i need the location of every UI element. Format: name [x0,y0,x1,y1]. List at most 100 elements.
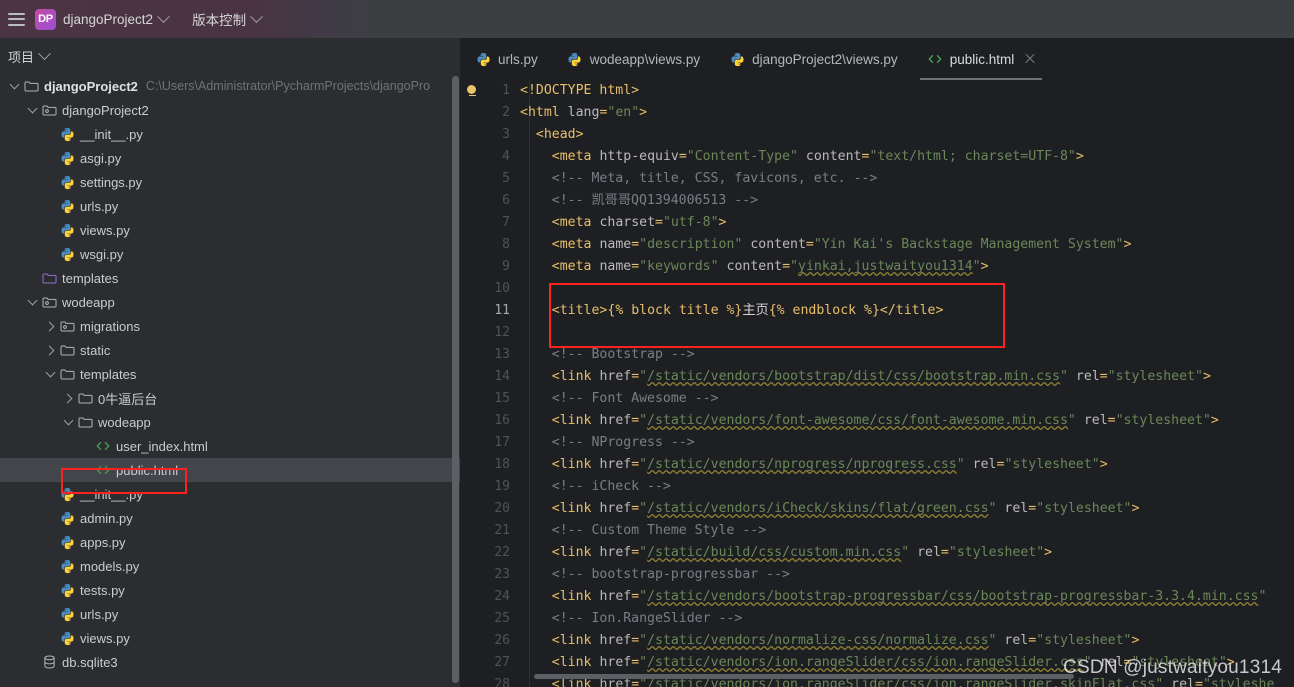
code-line[interactable]: <head> [520,124,1294,146]
tree-row[interactable]: __init__.py [0,482,460,506]
code-lines[interactable]: <!DOCTYPE html> <html lang="en"> <head> <… [520,80,1294,687]
code-line[interactable]: <link href="/static/vendors/nprogress/np… [520,454,1294,476]
code-line[interactable]: <!-- NProgress --> [520,432,1294,454]
chevron-open-icon[interactable] [44,367,58,381]
code-token: "stylesheet" [1107,369,1203,384]
main-menu-icon[interactable] [8,12,25,26]
tree-item-label: views.py [80,222,130,238]
code-line[interactable]: <!-- Font Awesome --> [520,388,1294,410]
code-token: rel [972,457,997,472]
code-token: href [599,545,632,560]
chevron-open-icon[interactable] [8,79,22,93]
code-line[interactable]: <link href="/static/vendors/font-awesome… [520,410,1294,432]
tree-row[interactable]: views.py [0,218,460,242]
project-panel-header[interactable]: 项目 [0,38,460,74]
tree-row[interactable]: 0牛逼后台 [0,386,460,410]
tree-item-label: wodeapp [62,294,115,310]
project-path-label: C:\Users\Administrator\PycharmProjects\d… [145,79,431,93]
close-icon[interactable] [1024,53,1036,65]
editor-tab[interactable]: wodeapp\views.py [552,38,714,80]
chevron-open-icon[interactable] [26,295,40,309]
code-token: " [639,501,648,516]
code-line[interactable]: <meta name="description" content="Yin Ka… [520,234,1294,256]
editor-tab[interactable]: urls.py [460,38,552,80]
tree-row[interactable]: user_index.html [0,434,460,458]
tree-row[interactable]: static [0,338,460,362]
intention-bulb-icon[interactable] [467,85,478,97]
module-folder-icon [40,296,58,309]
code-line[interactable]: <html lang="en"> [520,102,1294,124]
chevron-open-icon[interactable] [62,415,76,429]
tree-row[interactable]: public.html [0,458,460,482]
code-line[interactable]: <link href="/static/vendors/bootstrap/di… [520,366,1294,388]
tree-row[interactable]: views.py [0,626,460,650]
chevron-closed-icon[interactable] [44,343,58,357]
tree-row[interactable]: wodeapp [0,290,460,314]
code-token: <!DOCTYPE html> [520,83,640,98]
editor-tab[interactable]: djangoProject2\views.py [714,38,912,80]
editor-tab[interactable]: public.html [912,38,1051,80]
tree-row[interactable]: djangoProject2 C:\Users\Administrator\Pyc… [0,74,460,98]
editor-tab-strip[interactable]: urls.py wodeapp\views.py djangoProject2\vi… [460,38,1294,80]
code-line[interactable]: <!-- 凯哥哥QQ1394006513 --> [520,190,1294,212]
tree-row[interactable]: db.sqlite3 [0,650,460,674]
vcs-menu[interactable]: 版本控制 [192,9,263,29]
code-line[interactable]: <!-- Ion.RangeSlider --> [520,608,1294,630]
tree-row[interactable]: wodeapp [0,410,460,434]
code-line[interactable] [520,322,1294,344]
code-line[interactable]: <!-- Bootstrap --> [520,344,1294,366]
code-line[interactable]: <!-- iCheck --> [520,476,1294,498]
code-line[interactable]: <!-- bootstrap-progressbar --> [520,564,1294,586]
code-token: "stylesheet" [1004,457,1100,472]
tree-row[interactable]: models.py [0,554,460,578]
code-token: > [935,303,944,318]
tree-row[interactable]: djangoProject2 [0,98,460,122]
chevron-open-icon[interactable] [26,103,40,117]
code-line[interactable]: <!-- Meta, title, CSS, favicons, etc. --… [520,168,1294,190]
code-line[interactable]: <link href="/static/build/css/custom.min… [520,542,1294,564]
project-file-tree[interactable]: djangoProject2 C:\Users\Administrator\Pyc… [0,74,460,674]
tree-item-label: models.py [80,558,140,574]
tree-row[interactable]: __init__.py [0,122,460,146]
tree-row[interactable]: settings.py [0,170,460,194]
code-token: " [639,545,648,560]
tree-row[interactable]: urls.py [0,602,460,626]
tree-row[interactable]: wsgi.py [0,242,460,266]
tree-row[interactable]: templates [0,266,460,290]
code-token: meta [559,149,592,164]
tree-row[interactable]: migrations [0,314,460,338]
code-line[interactable]: <!DOCTYPE html> [520,80,1294,102]
code-line[interactable]: <meta charset="utf-8"> [520,212,1294,234]
code-line[interactable]: <link href="/static/vendors/ion.rangeSli… [520,652,1294,674]
code-line[interactable] [520,278,1294,300]
sidebar-vertical-scrollbar[interactable] [452,76,459,683]
code-editor[interactable]: 1 2 3 4 5 6 7 8 9 10 11 12 13 14 15 16 17 18 19 20 21 22 23 24 2… [460,80,1294,687]
code-token: meta [559,215,592,230]
tree-row[interactable]: admin.py [0,506,460,530]
code-line[interactable]: <meta name="keywords" content="yinkai,ju… [520,256,1294,278]
tree-row[interactable]: asgi.py [0,146,460,170]
code-line[interactable]: <!-- Custom Theme Style --> [520,520,1294,542]
code-token: > [1044,545,1053,560]
code-line[interactable]: <meta http-equiv="Content-Type" content=… [520,146,1294,168]
chevron-closed-icon[interactable] [44,319,58,333]
tree-row[interactable]: urls.py [0,194,460,218]
chevron-closed-icon[interactable] [62,391,76,405]
code-line[interactable]: <link href="/static/vendors/bootstrap-pr… [520,586,1294,608]
code-token: link [559,545,592,560]
tree-item-label: admin.py [80,510,133,526]
editor-horizontal-scrollbar[interactable] [534,674,1074,679]
code-token: <!-- bootstrap-progressbar --> [551,567,790,582]
code-line[interactable]: <link href="/static/vendors/normalize-cs… [520,630,1294,652]
tree-row[interactable]: tests.py [0,578,460,602]
code-token: " [639,413,648,428]
code-line[interactable]: <title>{% block title %}主页{% endblock %}… [520,300,1294,322]
code-token: /static/vendors/normalize-css/normalize.… [647,633,989,648]
code-line[interactable]: <link href="/static/vendors/iCheck/skins… [520,498,1294,520]
project-selector[interactable]: DP djangoProject2 [35,8,170,30]
tree-row[interactable]: templates [0,362,460,386]
tree-row[interactable]: apps.py [0,530,460,554]
python-icon [728,52,746,67]
